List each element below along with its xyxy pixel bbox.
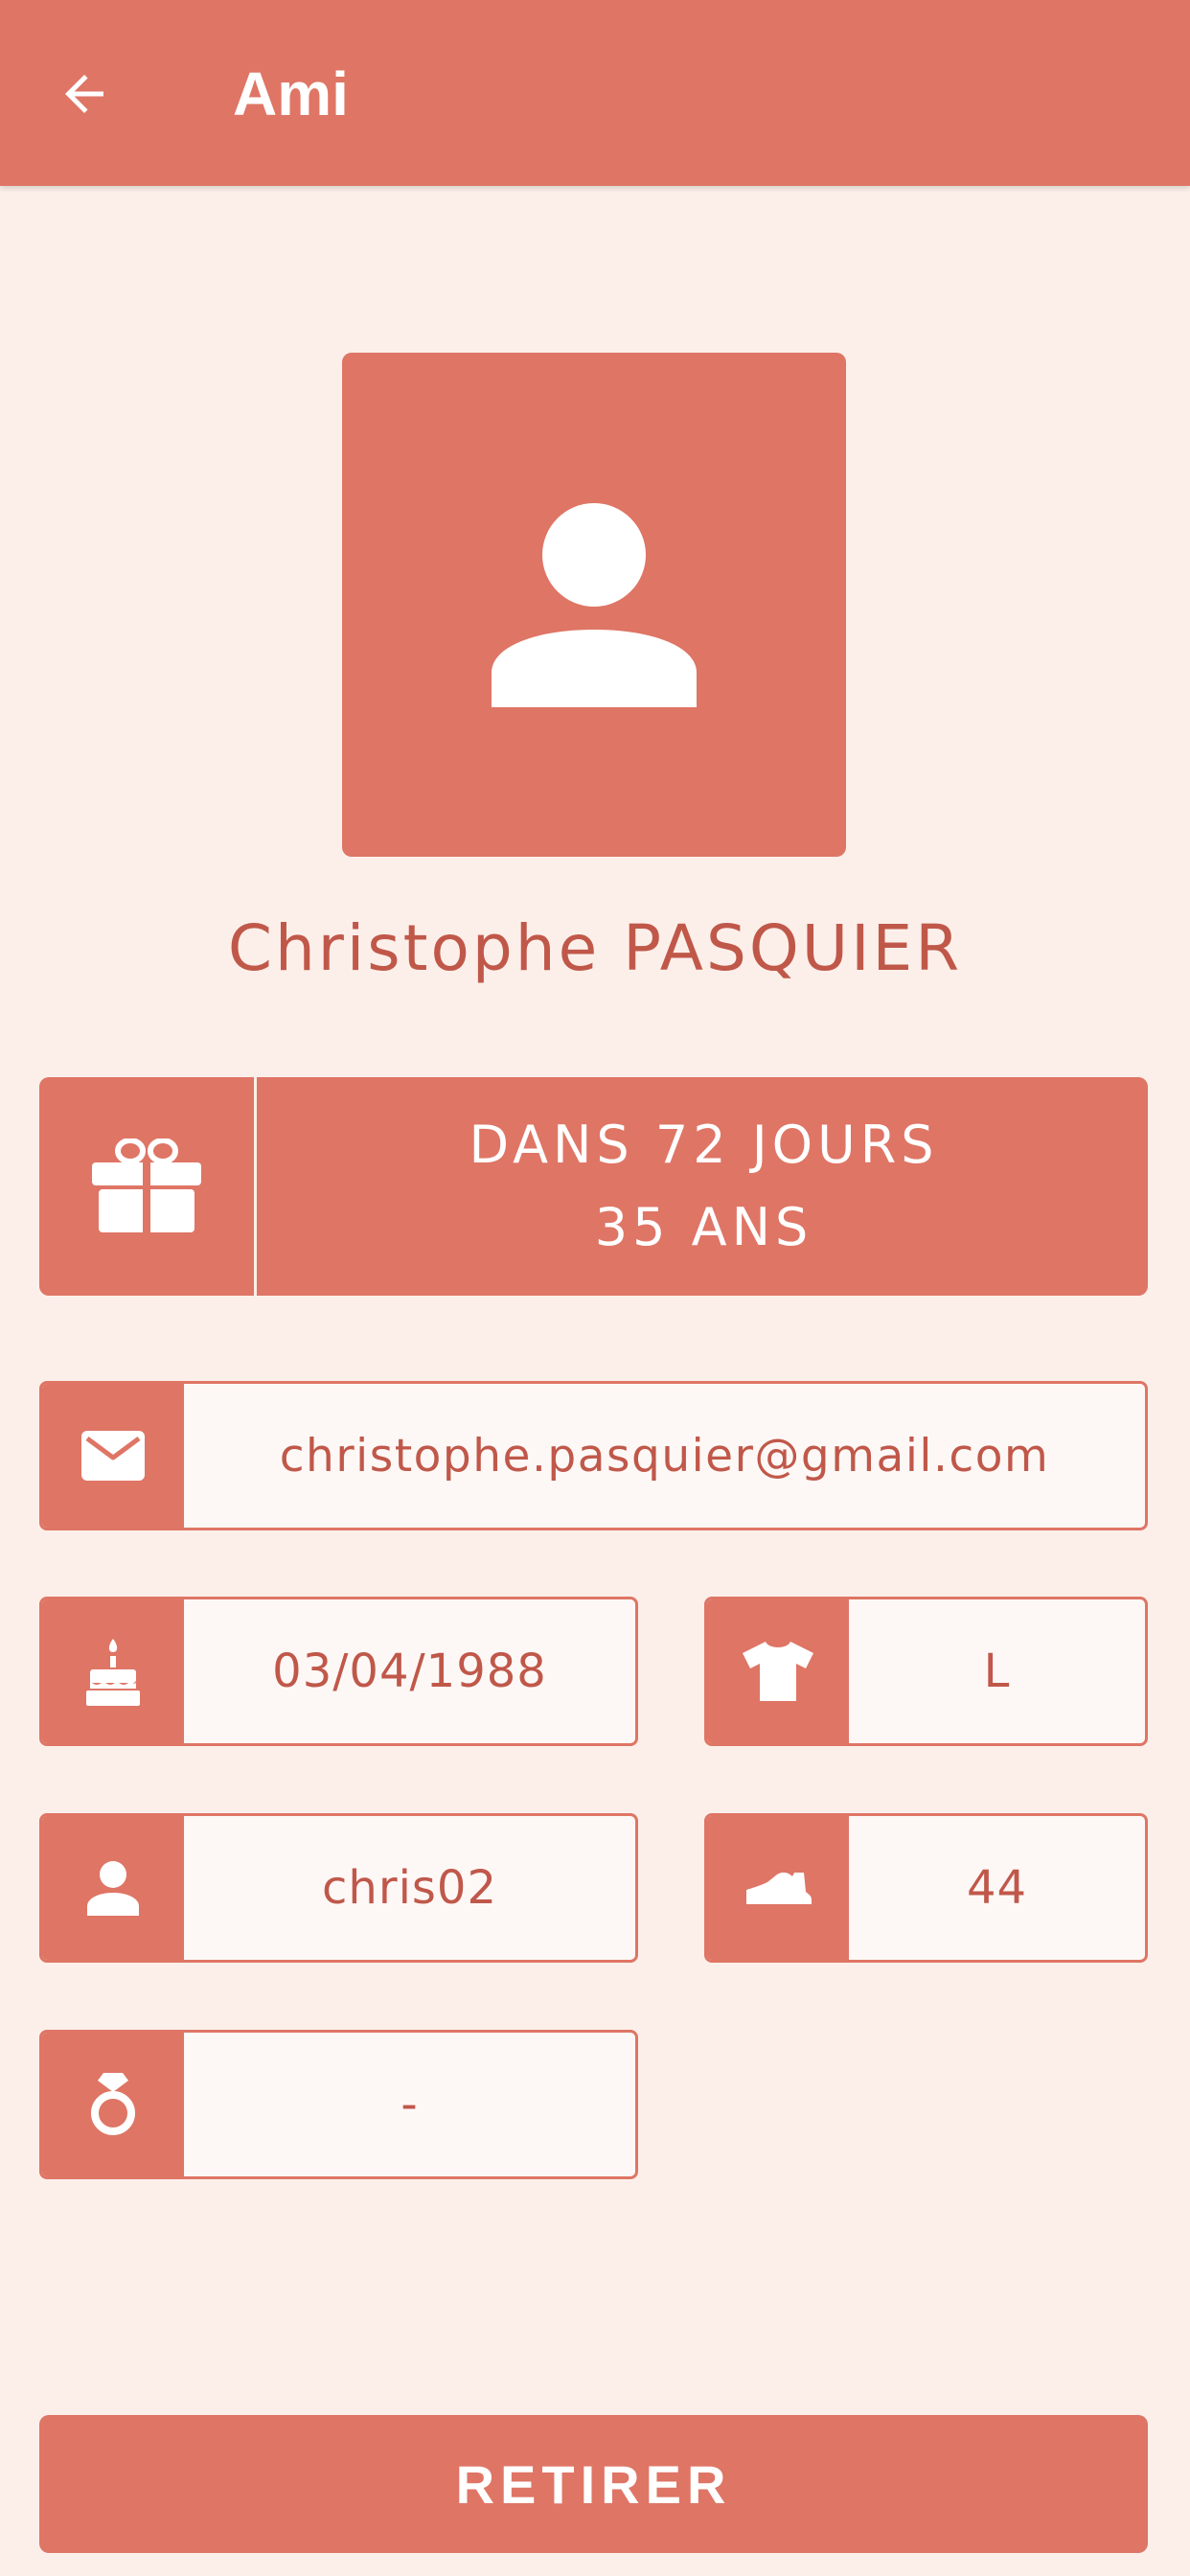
page-title: Ami [233,59,349,128]
mail-icon [81,1431,145,1481]
shoe-size-field[interactable]: 44 [704,1813,1148,1963]
shirt-size-field[interactable]: L [704,1597,1148,1746]
ring-size-field[interactable]: - [39,2030,638,2179]
shoe-size-icon-cell [707,1816,849,1960]
back-button[interactable] [50,59,119,128]
birthday-countdown: DANS 72 JOURS [469,1115,939,1175]
birthday-icon-cell [39,1077,257,1296]
person-icon [492,503,697,707]
birthdate-field[interactable]: 03/04/1988 [39,1597,638,1746]
ring-icon [91,2073,135,2135]
arrow-left-icon [65,75,103,113]
birthday-card: DANS 72 JOURS 35 ANS [39,1077,1148,1296]
shirt-size-icon-cell [707,1599,849,1743]
person-name: Christophe PASQUIER [227,911,963,985]
user-icon [87,1861,139,1916]
email-icon-cell [42,1384,184,1528]
username-field[interactable]: chris02 [39,1813,638,1963]
ring-size-icon-cell [42,2033,184,2176]
avatar [342,353,846,857]
gift-icon [92,1138,201,1232]
shirt-size-value: L [983,1644,1011,1698]
tshirt-icon [743,1642,813,1701]
email-field[interactable]: christophe.pasquier@gmail.com [39,1381,1148,1530]
birthdate-icon-cell [42,1599,184,1743]
birthday-info: DANS 72 JOURS 35 ANS [260,1077,1148,1296]
remove-button[interactable]: RETIRER [39,2415,1148,2553]
app-bar: Ami [0,0,1190,186]
birthday-age: 35 ANS [594,1197,813,1257]
email-value: christophe.pasquier@gmail.com [279,1429,1050,1483]
shoe-icon [746,1872,812,1904]
username-value: chris02 [322,1861,497,1915]
shoe-size-value: 44 [966,1861,1028,1915]
ring-size-value: - [400,2078,419,2131]
username-icon-cell [42,1816,184,1960]
cake-icon [86,1639,140,1706]
birthdate-value: 03/04/1988 [272,1644,547,1698]
